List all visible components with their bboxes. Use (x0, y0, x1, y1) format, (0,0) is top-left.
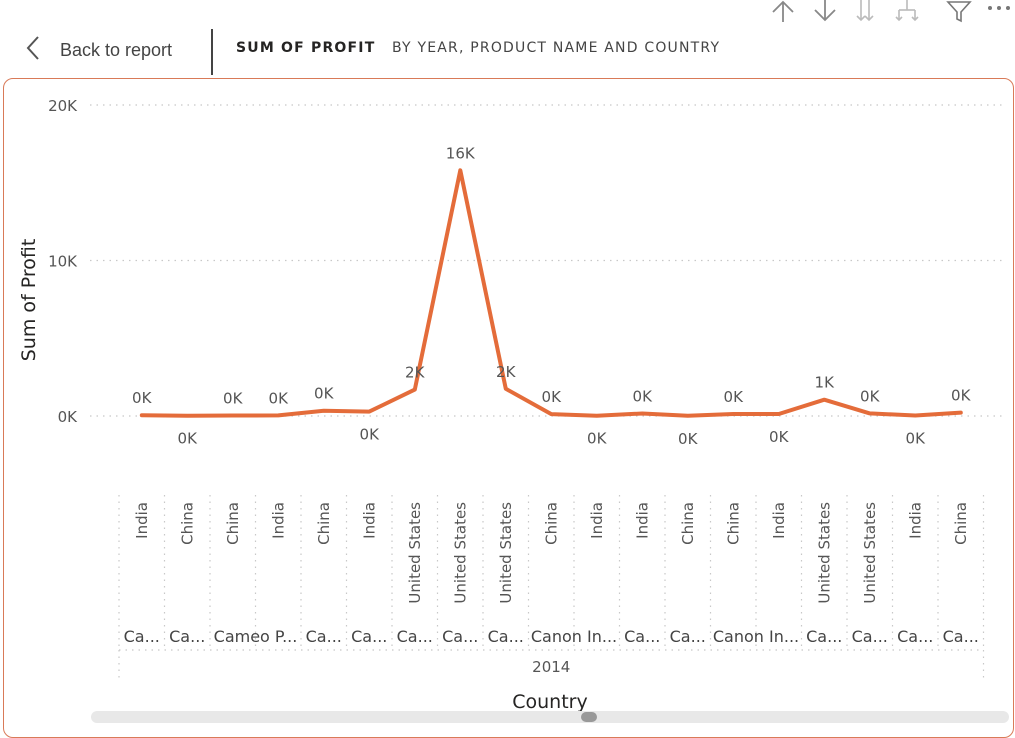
data-label: 0K (724, 388, 745, 406)
data-label: 0K (223, 390, 244, 408)
product-label: Ca... (397, 627, 433, 646)
product-label: Cameo P... (214, 627, 298, 646)
x-tick-label: China (952, 502, 970, 545)
data-point[interactable] (910, 411, 920, 421)
data-point[interactable] (683, 411, 693, 421)
x-tick-label: India (906, 502, 924, 539)
product-label: Ca... (488, 627, 524, 646)
x-tick-label: United States (815, 502, 833, 604)
product-label: Ca... (442, 627, 478, 646)
x-tick-label: India (360, 502, 378, 539)
data-label: 1K (815, 374, 836, 392)
data-label: 2K (496, 363, 517, 381)
data-label: 0K (360, 426, 381, 444)
product-label: Ca... (624, 627, 660, 646)
horizontal-scrollbar[interactable] (91, 711, 1009, 723)
x-tick-label: China (679, 502, 697, 545)
data-label: 0K (542, 388, 563, 406)
data-point[interactable] (137, 410, 147, 420)
x-tick-label: India (133, 502, 151, 539)
data-point[interactable] (273, 410, 283, 420)
y-axis-title: Sum of Profit (18, 239, 40, 362)
product-label: Ca... (852, 627, 888, 646)
x-axis-title: Country (512, 691, 587, 713)
product-label: Ca... (124, 627, 160, 646)
data-label: 16K (446, 144, 476, 162)
data-point[interactable] (455, 165, 465, 175)
product-label: Ca... (806, 627, 842, 646)
data-label: 0K (178, 430, 199, 448)
data-point[interactable] (501, 384, 511, 394)
x-tick-label: China (542, 502, 560, 545)
y-tick-label: 0K (58, 408, 79, 426)
x-tick-label: India (770, 502, 788, 539)
x-tick-label: United States (451, 502, 469, 604)
data-label: 0K (633, 388, 654, 406)
x-tick-label: United States (497, 502, 515, 604)
y-tick-label: 10K (48, 253, 78, 271)
data-label: 0K (951, 387, 972, 405)
data-point[interactable] (865, 408, 875, 418)
data-point[interactable] (956, 408, 966, 418)
product-label: Canon In... (713, 627, 799, 646)
data-label: 0K (678, 430, 699, 448)
data-point[interactable] (364, 407, 374, 417)
x-tick-label: United States (861, 502, 879, 604)
data-point[interactable] (774, 409, 784, 419)
x-tick-label: India (269, 502, 287, 539)
product-label: Canon In... (531, 627, 617, 646)
x-tick-label: China (315, 502, 333, 545)
y-tick-label: 20K (48, 97, 78, 115)
data-label: 0K (860, 387, 881, 405)
data-point[interactable] (637, 409, 647, 419)
data-point[interactable] (410, 385, 420, 395)
product-label: Ca... (670, 627, 706, 646)
data-point[interactable] (728, 409, 738, 419)
profit-series-line[interactable] (139, 168, 963, 418)
data-label: 0K (769, 428, 790, 446)
data-point[interactable] (319, 406, 329, 416)
data-point[interactable] (819, 395, 829, 405)
line-chart: 0K 10K 20K India China China India China India U… (18, 97, 1009, 723)
data-label: 0K (269, 389, 290, 407)
product-label: Ca... (351, 627, 387, 646)
product-label: Ca... (306, 627, 342, 646)
data-label: 2K (405, 364, 426, 382)
x-tick-label: India (588, 502, 606, 539)
scrollbar-thumb[interactable] (581, 712, 597, 722)
product-label: Ca... (169, 627, 205, 646)
year-label: 2014 (532, 658, 570, 676)
x-tick-label: United States (406, 502, 424, 604)
data-point[interactable] (592, 411, 602, 421)
data-label: 0K (314, 385, 335, 403)
x-tick-label: China (178, 502, 196, 545)
x-tick-label: China (224, 502, 242, 545)
product-label: Ca... (943, 627, 979, 646)
data-point[interactable] (182, 411, 192, 421)
data-label: 0K (132, 389, 153, 407)
x-tick-label: India (633, 502, 651, 539)
data-label: 0K (587, 430, 608, 448)
data-point[interactable] (546, 409, 556, 419)
x-tick-label: China (724, 502, 742, 545)
product-label: Ca... (897, 627, 933, 646)
data-label: 0K (906, 430, 927, 448)
data-point[interactable] (228, 411, 238, 421)
